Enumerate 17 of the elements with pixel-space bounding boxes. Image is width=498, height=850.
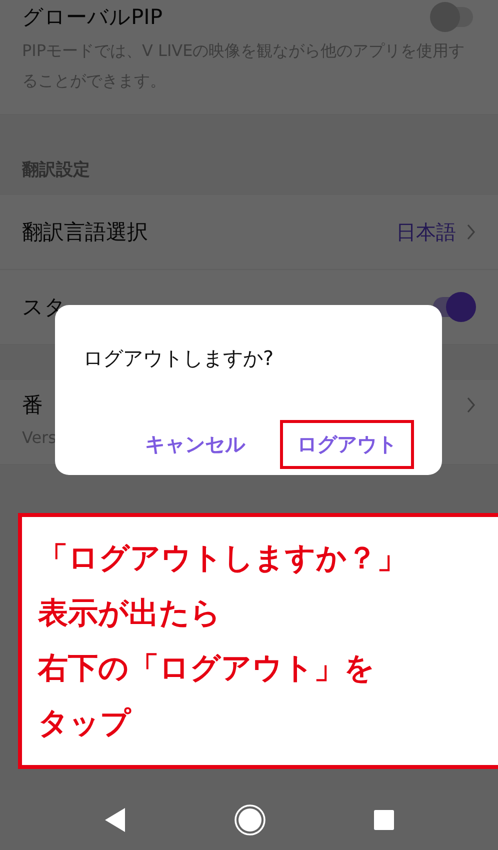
row-title: 番: [22, 392, 43, 419]
dialog-button[interactable]: ログアウト: [280, 420, 414, 469]
annotation-text: タップ: [38, 705, 132, 743]
row-title: 翻訳言語選択: [22, 219, 148, 246]
row-value: 日本語: [396, 218, 456, 246]
annotation-text: 表示が出たら: [38, 595, 222, 633]
chevron-right-icon: [466, 223, 476, 241]
dialog-message: ログアウトしますか?: [83, 345, 275, 372]
dialog-button[interactable]: キャンセル: [128, 420, 262, 469]
home-icon[interactable]: [234, 804, 266, 836]
recents-icon[interactable]: [372, 809, 395, 831]
annotation-text: 「ログアウトしますか？」: [38, 540, 408, 578]
row-title: グローバルPIP: [22, 4, 163, 31]
annotation-text: 右下の「ログアウト」を: [38, 650, 376, 688]
back-icon[interactable]: [103, 807, 128, 833]
chevron-right-icon: [466, 396, 476, 414]
settings-row[interactable]: 翻訳言語選択 日本語: [0, 195, 498, 270]
